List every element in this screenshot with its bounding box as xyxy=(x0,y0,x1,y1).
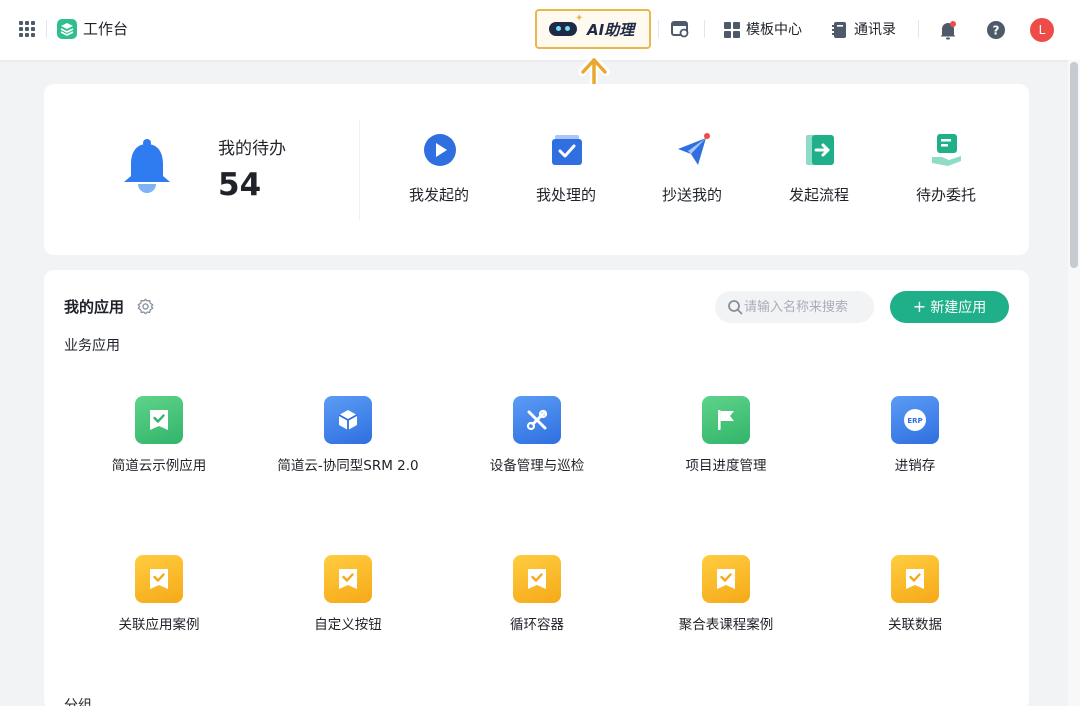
app-label: 设备管理与巡检 xyxy=(489,458,585,474)
business-apps-section-label: 业务应用 xyxy=(64,338,120,354)
badge-check-icon xyxy=(135,396,183,444)
plus-icon: + xyxy=(912,297,927,316)
tools-icon xyxy=(513,396,561,444)
erp-icon: ERP xyxy=(891,396,939,444)
todo-divider xyxy=(359,120,360,220)
app-search-input[interactable] xyxy=(744,292,872,322)
nav-contacts-label: 通讯录 xyxy=(854,22,896,38)
play-circle-icon xyxy=(424,134,456,166)
nav-divider xyxy=(704,20,705,38)
help-icon[interactable]: ? xyxy=(985,19,1007,41)
paper-plane-icon xyxy=(678,133,710,165)
quick-delegate-todo-label: 待办委托 xyxy=(915,186,976,204)
top-divider xyxy=(46,20,47,38)
user-avatar[interactable]: L xyxy=(1030,18,1054,42)
nav-divider xyxy=(658,20,659,38)
quick-initiated-by-me-label: 我发起的 xyxy=(408,186,469,204)
badge-check-icon xyxy=(324,555,372,603)
badge-check-icon xyxy=(891,555,939,603)
app-label: 关联应用案例 xyxy=(118,617,200,633)
badge-check-icon xyxy=(135,555,183,603)
contacts-book-icon xyxy=(832,22,846,38)
ai-assistant-label: AI助理 xyxy=(587,21,635,39)
app-tile[interactable]: 项目进度管理 xyxy=(631,396,821,496)
nav-contacts[interactable]: 通讯录 xyxy=(832,19,902,41)
todo-count[interactable]: 54 xyxy=(218,166,261,204)
app-tile[interactable]: 简道云示例应用 xyxy=(64,396,254,496)
app-label: 聚合表课程案例 xyxy=(678,617,774,633)
cube-icon xyxy=(324,396,372,444)
flag-icon xyxy=(702,396,750,444)
nav-template-center[interactable]: 模板中心 xyxy=(724,19,808,41)
app-tile[interactable]: 循环容器 xyxy=(442,555,632,655)
quick-cc-to-me[interactable]: 抄送我的 xyxy=(642,129,742,209)
hand-document-icon xyxy=(932,134,961,166)
gear-icon[interactable] xyxy=(137,298,154,315)
quick-initiated-by-me[interactable]: 我发起的 xyxy=(389,129,489,209)
app-tile[interactable]: 关联应用案例 xyxy=(64,555,254,655)
my-apps-card: 我的应用 +新建应用 业务应用 简道云示例应用 简道云-协同型SRM 2.0 设… xyxy=(44,270,1029,706)
quick-start-process-label: 发起流程 xyxy=(788,186,849,204)
workbench-title[interactable]: 工作台 xyxy=(83,19,128,39)
quick-delegate-todo[interactable]: 待办委托 xyxy=(896,129,996,209)
erp-badge-text: ERP xyxy=(907,417,922,425)
app-label: 项目进度管理 xyxy=(685,458,767,474)
app-tile[interactable]: 自定义按钮 xyxy=(253,555,443,655)
ai-robot-icon xyxy=(549,22,577,36)
badge-check-icon xyxy=(702,555,750,603)
todo-card: 我的待办 54 我发起的 我处理的 抄送我的 发起流程 待办委托 xyxy=(44,84,1029,255)
nav-template-center-label: 模板中心 xyxy=(746,22,802,38)
app-tile[interactable]: 聚合表课程案例 xyxy=(631,555,821,655)
workbench-logo-icon xyxy=(57,19,77,39)
page-scrollbar[interactable] xyxy=(1068,60,1080,706)
app-launcher-icon[interactable] xyxy=(19,21,35,37)
app-tile[interactable]: 关联数据 xyxy=(820,555,1010,655)
app-tile[interactable]: 简道云-协同型SRM 2.0 xyxy=(253,396,443,496)
quick-handled-by-me-label: 我处理的 xyxy=(535,186,596,204)
app-label: 关联数据 xyxy=(888,617,942,633)
search-icon xyxy=(728,300,743,315)
app-label: 进销存 xyxy=(894,458,936,474)
app-label: 简道云-协同型SRM 2.0 xyxy=(277,458,419,474)
new-app-button[interactable]: + 新建应用 xyxy=(890,291,1009,323)
group-section-label: 分组 xyxy=(64,698,92,706)
new-app-button-label: 新建应用 xyxy=(930,300,987,316)
check-box-icon xyxy=(552,135,582,165)
template-grid-icon xyxy=(724,22,740,38)
workflow-settings-icon[interactable] xyxy=(670,19,692,41)
app-label: 自定义按钮 xyxy=(314,617,382,633)
my-apps-title: 我的应用 xyxy=(64,298,125,316)
quick-start-process[interactable]: 发起流程 xyxy=(769,129,869,209)
scrollbar-thumb[interactable] xyxy=(1070,62,1078,268)
app-tile[interactable]: 设备管理与巡检 xyxy=(442,396,632,496)
quick-handled-by-me[interactable]: 我处理的 xyxy=(516,129,616,209)
enter-arrow-icon xyxy=(806,135,834,165)
top-bar: 工作台 ✦ AI助理 模板中心 通讯录 ? L xyxy=(0,0,1080,60)
app-label: 循环容器 xyxy=(510,617,564,633)
nav-divider xyxy=(918,20,919,38)
sparkle-icon: ✦ xyxy=(575,13,584,24)
badge-check-icon xyxy=(513,555,561,603)
app-tile[interactable]: ERP 进销存 xyxy=(820,396,1010,496)
notification-bell-icon[interactable] xyxy=(937,19,959,41)
todo-title: 我的待办 xyxy=(218,139,286,159)
quick-cc-to-me-label: 抄送我的 xyxy=(661,186,722,204)
todo-bell-icon xyxy=(124,139,170,193)
svg-text:?: ? xyxy=(993,24,1000,38)
ai-assistant-button[interactable]: ✦ AI助理 xyxy=(535,9,651,49)
app-label: 简道云示例应用 xyxy=(111,458,207,474)
